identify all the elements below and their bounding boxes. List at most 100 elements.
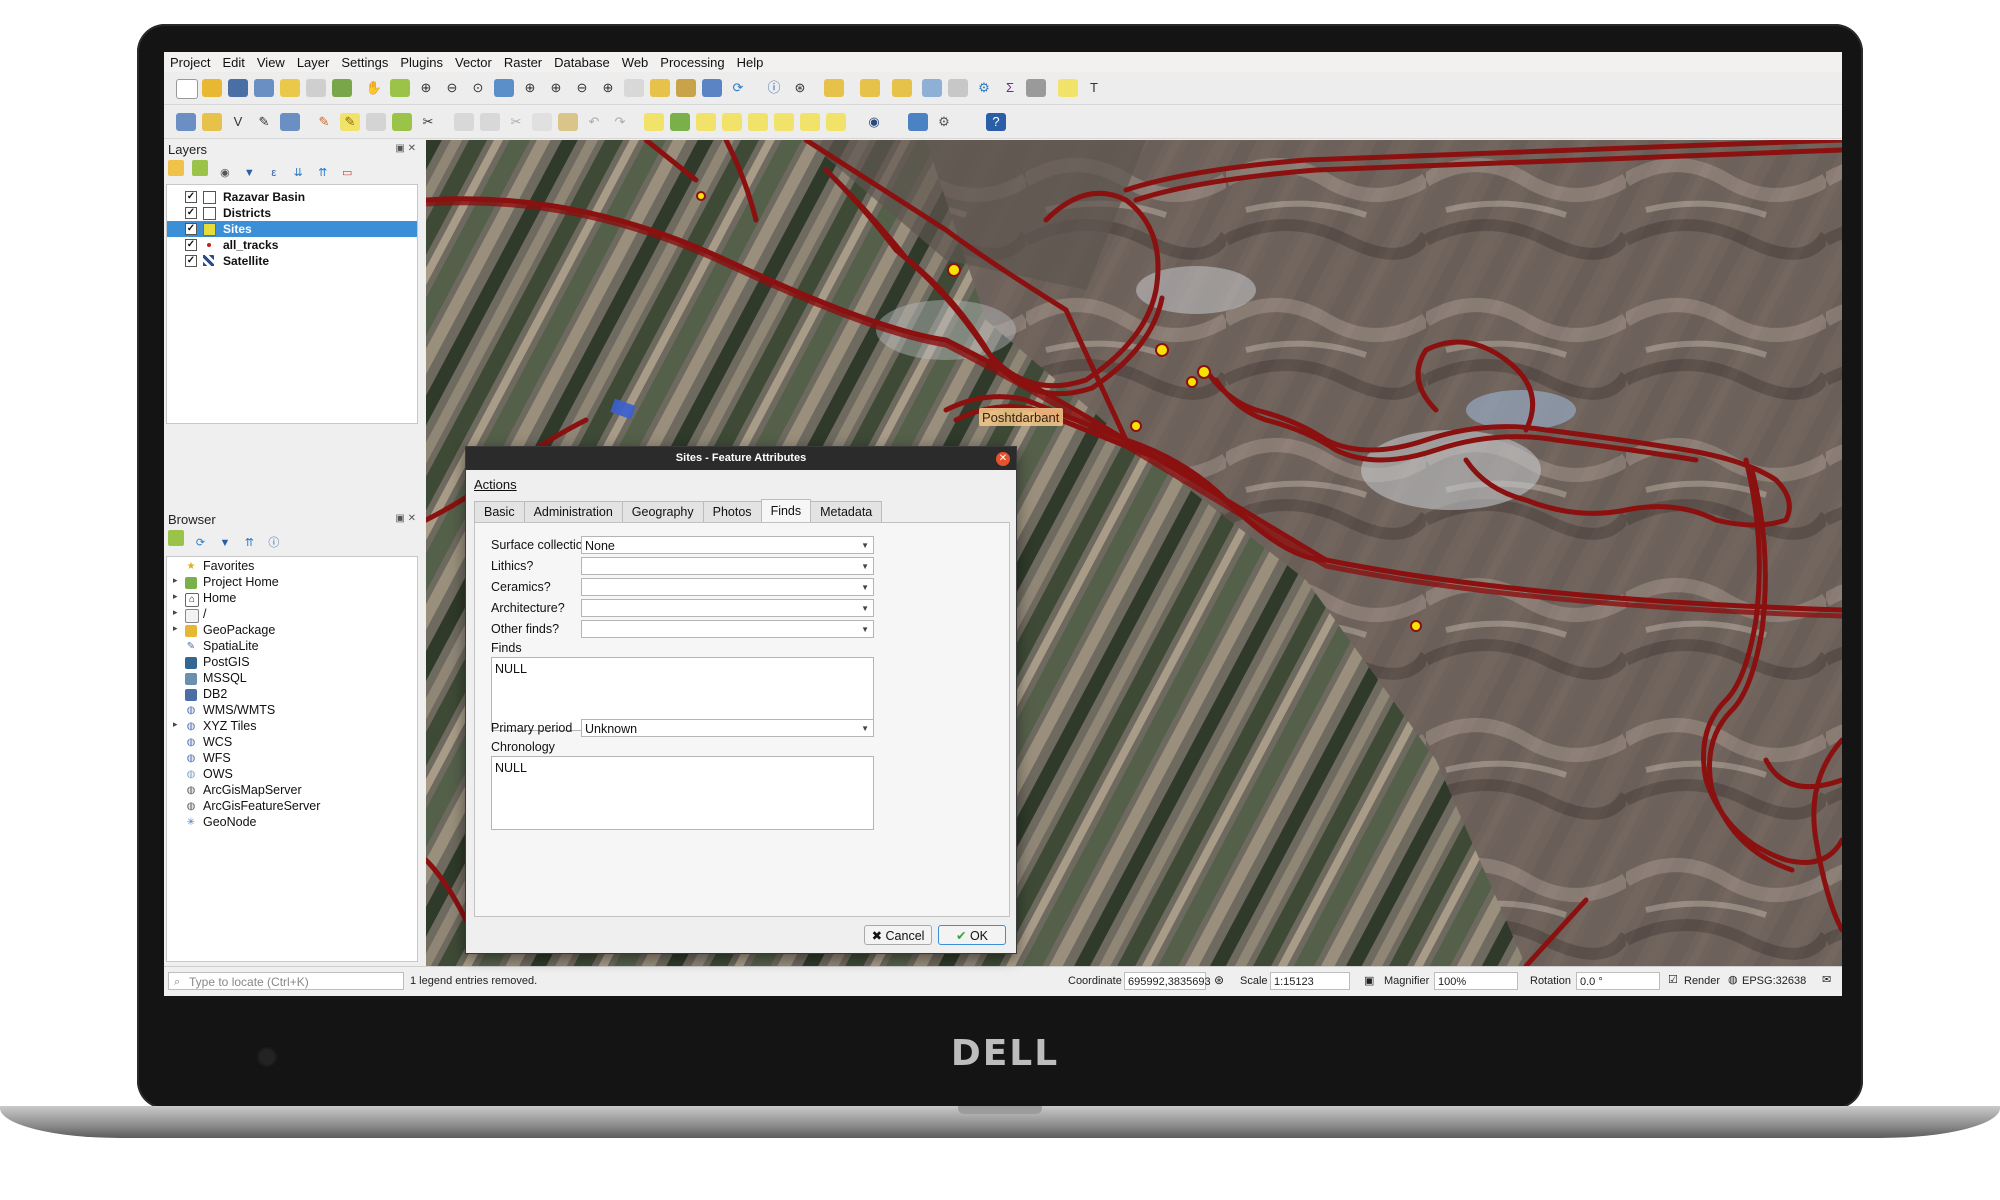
tab-finds[interactable]: Finds [760, 499, 812, 522]
statistical-summary-icon[interactable]: Σ [1000, 79, 1020, 97]
browser-item[interactable]: ◍ WCS [167, 735, 417, 751]
architecture-select[interactable]: ▼ [581, 599, 874, 617]
properties-icon[interactable]: ⓘ [266, 535, 282, 551]
save-as-icon[interactable] [254, 79, 274, 97]
menu-edit[interactable]: Edit [216, 55, 250, 70]
undo-icon[interactable]: ↶ [584, 113, 604, 131]
menu-database[interactable]: Database [548, 55, 616, 70]
map-tips-icon[interactable] [1058, 79, 1078, 97]
select-by-value-icon[interactable] [860, 79, 880, 97]
browser-item[interactable]: ▸ / [167, 607, 417, 623]
primary-period-select[interactable]: Unknown ▼ [581, 719, 874, 737]
layer-visibility-checkbox[interactable]: ✓ [185, 223, 197, 235]
layer-visibility-checkbox[interactable]: ✓ [185, 207, 197, 219]
coordinate-field[interactable]: 695992,3835693 [1124, 972, 1211, 990]
pan-to-selection-icon[interactable] [390, 79, 410, 97]
zoom-to-layer-icon[interactable]: ⊕ [546, 79, 566, 97]
expand-arrow-icon[interactable]: ▸ [173, 623, 178, 634]
locator-search-input[interactable]: ⌕ Type to locate (Ctrl+K) [168, 972, 404, 990]
help-icon[interactable]: ? [986, 113, 1006, 131]
refresh-icon[interactable]: ⟳ [728, 79, 748, 97]
identify-features-icon[interactable]: ⓘ [764, 79, 784, 97]
browser-item[interactable]: ▸ ⌂ Home [167, 591, 417, 607]
lock-icon[interactable]: ▣ [1364, 974, 1374, 987]
new-print-layout-icon[interactable] [280, 79, 300, 97]
layer-item-districts[interactable]: ✓ Districts [167, 205, 417, 221]
text-annotation-icon[interactable]: T [1084, 79, 1104, 97]
processing-toolbox-icon[interactable]: ⚙ [974, 79, 994, 97]
browser-item[interactable]: ✎ SpatiaLite [167, 639, 417, 655]
new-spatialite-icon[interactable]: ✎ [254, 113, 274, 131]
cut-features-icon[interactable]: ✂ [506, 113, 526, 131]
delete-selected-icon[interactable] [480, 113, 500, 131]
chronology-textarea[interactable]: NULL [491, 756, 874, 830]
tab-metadata[interactable]: Metadata [810, 501, 883, 522]
label-toolbar-icon[interactable] [644, 113, 664, 131]
crs-label[interactable]: EPSG:32638 [1742, 975, 1806, 987]
menu-view[interactable]: View [251, 55, 291, 70]
attribute-table-icon[interactable] [922, 79, 942, 97]
browser-item[interactable]: ✳ GeoNode [167, 815, 417, 831]
add-selected-layers-icon[interactable] [168, 530, 184, 546]
browser-item[interactable]: ◍ OWS [167, 767, 417, 783]
layer-visibility-checkbox[interactable]: ✓ [185, 255, 197, 267]
current-edits-icon[interactable]: ✎ [314, 113, 334, 131]
remove-layer-icon[interactable]: ▭ [339, 165, 355, 181]
filter-browser-icon[interactable]: ▼ [217, 535, 233, 551]
browser-item[interactable]: PostGIS [167, 655, 417, 671]
plugin-icon[interactable]: ⚙ [934, 113, 954, 131]
browser-item[interactable]: ◍ WMS/WMTS [167, 703, 417, 719]
new-shapefile-icon[interactable]: V [228, 113, 248, 131]
menu-web[interactable]: Web [616, 55, 655, 70]
browser-item[interactable]: ◍ WFS [167, 751, 417, 767]
browser-item[interactable]: ◍ ArcGisFeatureServer [167, 799, 417, 815]
zoom-full-icon[interactable] [494, 79, 514, 97]
layer-diagram-icon[interactable] [696, 113, 716, 131]
browser-item[interactable]: ▸ GeoPackage [167, 623, 417, 639]
collapse-all-icon[interactable]: ⇈ [315, 165, 331, 181]
menu-layer[interactable]: Layer [291, 55, 336, 70]
expand-all-icon[interactable]: ⇊ [290, 165, 306, 181]
paste-features-icon[interactable] [558, 113, 578, 131]
deselect-features-icon[interactable] [892, 79, 912, 97]
rotation-field[interactable]: 0.0 ° [1576, 972, 1660, 990]
tab-administration[interactable]: Administration [523, 501, 623, 522]
render-checkbox[interactable]: ☑ [1668, 973, 1678, 986]
style-manager-icon[interactable] [332, 79, 352, 97]
modify-attributes-icon[interactable] [454, 113, 474, 131]
manage-map-themes-icon[interactable]: ◉ [217, 165, 233, 181]
browser-item[interactable]: ▸ ◍ XYZ Tiles [167, 719, 417, 735]
filter-expression-icon[interactable]: ε [266, 165, 282, 181]
browser-item[interactable]: MSSQL [167, 671, 417, 687]
vertex-tool-icon[interactable]: ✂ [418, 113, 438, 131]
menu-vector[interactable]: Vector [449, 55, 498, 70]
menu-processing[interactable]: Processing [654, 55, 730, 70]
select-features-icon[interactable] [824, 79, 844, 97]
new-geopackage-icon[interactable] [202, 113, 222, 131]
zoom-out-icon[interactable]: ⊖ [442, 79, 462, 97]
pan-icon[interactable]: ✋ [364, 79, 384, 97]
gps-icon[interactable]: ◉ [864, 113, 884, 131]
close-icon[interactable]: ✕ [996, 452, 1010, 466]
coordinate-extents-icon[interactable]: ⊛ [1214, 973, 1224, 987]
browser-item[interactable]: DB2 [167, 687, 417, 703]
save-edits-icon[interactable] [366, 113, 386, 131]
show-bookmarks-icon[interactable] [676, 79, 696, 97]
ok-button[interactable]: ✔ OK [938, 925, 1006, 945]
measure-line-icon[interactable] [1026, 79, 1046, 97]
actions-menu[interactable]: Actions [474, 477, 517, 492]
zoom-next-icon[interactable]: ⊕ [598, 79, 618, 97]
scale-field[interactable]: 1:15123 [1270, 972, 1350, 990]
tab-geography[interactable]: Geography [621, 501, 704, 522]
new-temp-layer-icon[interactable] [280, 113, 300, 131]
rotate-label-icon[interactable] [826, 113, 846, 131]
pin-labels-icon[interactable] [748, 113, 768, 131]
new-map-view-icon[interactable] [624, 79, 644, 97]
tab-photos[interactable]: Photos [702, 501, 762, 522]
redo-icon[interactable]: ↷ [610, 113, 630, 131]
temporal-controller-icon[interactable] [702, 79, 722, 97]
python-console-icon[interactable] [908, 113, 928, 131]
menu-plugins[interactable]: Plugins [394, 55, 449, 70]
open-layer-styling-icon[interactable] [168, 160, 184, 176]
tab-basic[interactable]: Basic [474, 501, 525, 522]
